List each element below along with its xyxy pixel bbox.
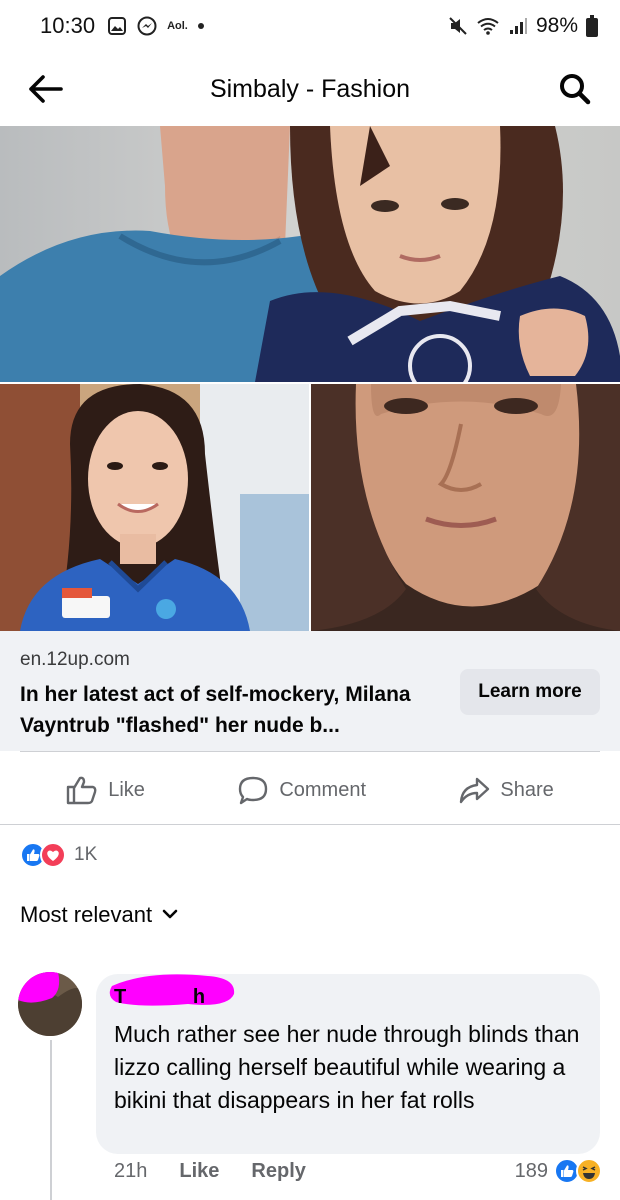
aol-icon: Aol. — [167, 20, 188, 32]
mute-icon — [448, 16, 468, 36]
comment-sort-dropdown[interactable]: Most relevant — [20, 902, 178, 928]
more-notifications-dot — [197, 23, 204, 29]
share-icon — [460, 777, 490, 804]
app-header: Simbaly - Fashion — [0, 52, 620, 126]
comment-meta: 21h Like Reply — [114, 1160, 306, 1183]
page-title: Simbaly - Fashion — [209, 74, 411, 103]
link-preview[interactable]: en.12up.com In her latest act of self-mo… — [0, 631, 620, 751]
chevron-down-icon — [162, 909, 178, 919]
thumbs-up-icon — [67, 776, 97, 805]
status-bar: 10:30 Aol. 98% — [0, 0, 620, 52]
search-button[interactable] — [554, 68, 596, 110]
comment-button[interactable]: Comment — [237, 775, 366, 805]
messenger-icon — [137, 16, 157, 36]
reaction-count: 1K — [74, 844, 98, 865]
link-domain: en.12up.com — [20, 649, 130, 670]
post-photo-top[interactable] — [0, 126, 620, 382]
comment-reaction-count: 189 — [514, 1159, 548, 1182]
post-photos[interactable] — [0, 126, 620, 631]
reactions-summary[interactable]: 1K — [20, 842, 97, 868]
comment-author[interactable]: T h — [109, 974, 582, 1014]
comment-reply-button[interactable]: Reply — [251, 1160, 305, 1183]
divider — [0, 824, 620, 825]
system-icons: 98% — [448, 14, 598, 38]
notification-icons: Aol. — [107, 16, 204, 36]
comment-thread-line — [50, 1040, 52, 1200]
like-button[interactable]: Like — [66, 775, 145, 805]
post-photo-bottom-right[interactable] — [311, 384, 620, 631]
battery-percent: 98% — [535, 14, 578, 37]
divider — [20, 751, 600, 752]
comment-like-button[interactable]: Like — [179, 1160, 219, 1183]
share-label: Share — [500, 778, 554, 801]
comment-time[interactable]: 21h — [114, 1160, 147, 1183]
learn-more-button[interactable]: Learn more — [460, 669, 600, 715]
post-actions: Like Comment Share — [0, 760, 620, 820]
link-title[interactable]: In her latest act of self-mockery, Milan… — [20, 679, 440, 741]
like-label: Like — [108, 778, 145, 801]
commenter-avatar[interactable] — [18, 972, 82, 1036]
sort-label: Most relevant — [20, 902, 153, 927]
comment-label: Comment — [279, 778, 367, 801]
back-arrow-icon — [29, 75, 63, 103]
status-time: 10:30 — [40, 13, 96, 38]
comment-bubble[interactable]: T h Much rather see her nude through bli… — [96, 974, 600, 1154]
comment-reactions[interactable]: 189 — [515, 1158, 602, 1184]
search-icon — [560, 74, 591, 105]
comment-icon — [239, 776, 268, 805]
gallery-icon — [107, 16, 127, 36]
share-button[interactable]: Share — [458, 775, 554, 805]
post-photo-bottom-left[interactable] — [0, 384, 309, 631]
signal-icon — [508, 16, 528, 36]
love-reaction-icon — [40, 842, 66, 868]
author-name-visible: T h — [114, 986, 206, 1008]
comment-text: Much rather see her nude through blinds … — [114, 1021, 580, 1113]
back-button[interactable] — [24, 68, 66, 110]
wifi-icon — [476, 16, 500, 36]
haha-reaction-icon — [576, 1158, 602, 1184]
battery-icon — [586, 15, 598, 37]
